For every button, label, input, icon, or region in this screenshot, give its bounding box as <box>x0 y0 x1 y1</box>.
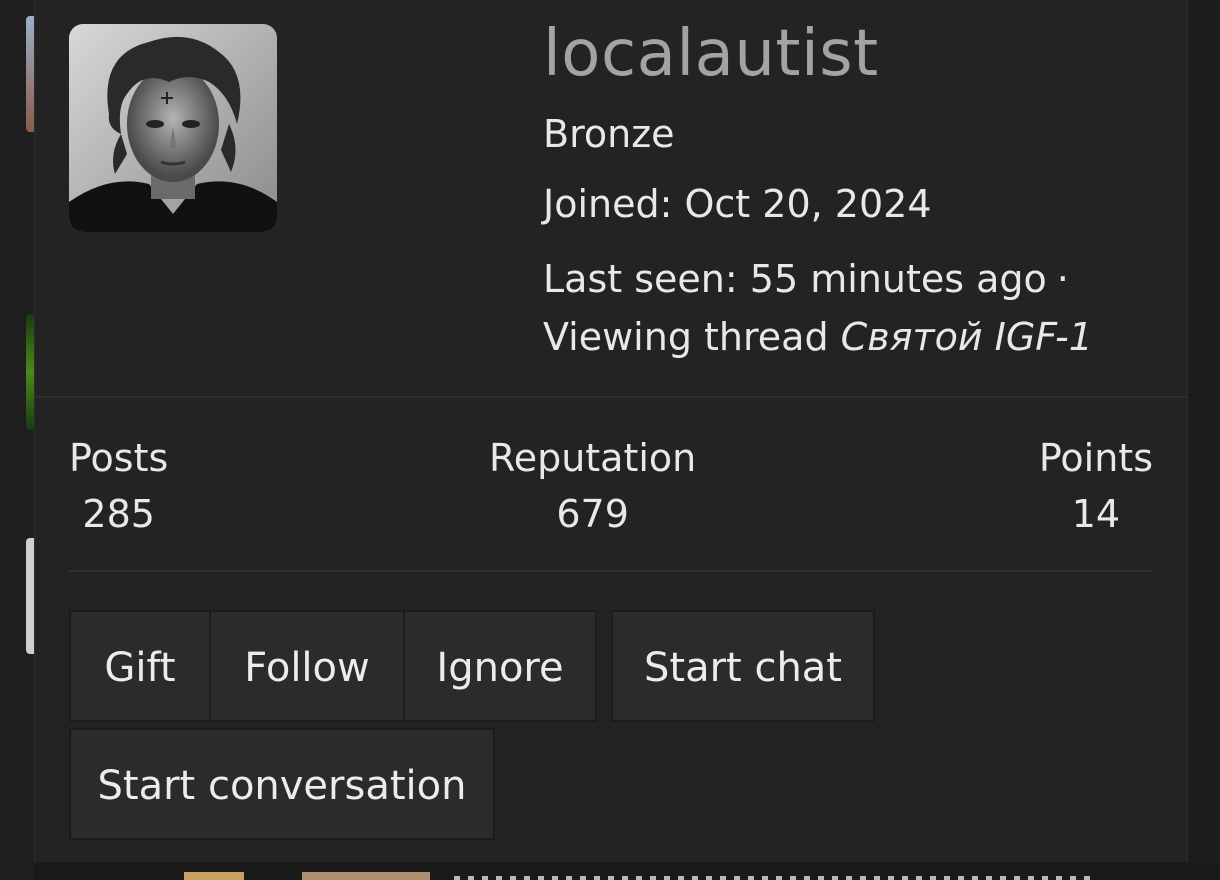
member-tooltip-card: localautist Bronze Joined: Oct 20, 2024 … <box>34 0 1188 862</box>
joined-date: Joined: Oct 20, 2024 <box>543 180 932 228</box>
username[interactable]: localautist <box>543 14 879 94</box>
background-thumbnail <box>26 538 34 654</box>
avatar-image <box>69 24 277 232</box>
joined-label: Joined: <box>543 182 673 226</box>
joined-value: Oct 20, 2024 <box>684 182 932 226</box>
stat-posts-label: Posts <box>69 436 169 480</box>
ignore-button[interactable]: Ignore <box>403 610 597 722</box>
follow-button[interactable]: Follow <box>209 610 405 722</box>
gift-button[interactable]: Gift <box>69 610 211 722</box>
stat-points-value: 14 <box>1071 492 1121 536</box>
background-left-strip <box>0 0 34 880</box>
profile-header: localautist Bronze Joined: Oct 20, 2024 … <box>35 0 1187 398</box>
background-thumbnail <box>302 872 430 880</box>
start-chat-button[interactable]: Start chat <box>611 610 875 722</box>
background-right-strip <box>1188 0 1220 880</box>
stat-reputation: Reputation 679 <box>489 430 696 542</box>
stat-points-label: Points <box>1038 436 1153 480</box>
stats-row: Posts 285 Reputation 679 Points 14 <box>69 430 1153 572</box>
stat-reputation-label: Reputation <box>489 436 697 480</box>
last-seen-label: Last seen: <box>543 257 738 301</box>
last-seen: Last seen: 55 minutes ago · Viewing threa… <box>543 250 1163 366</box>
separator: · <box>1056 257 1069 301</box>
stat-points[interactable]: Points 14 <box>1039 430 1153 542</box>
user-rank: Bronze <box>543 112 675 156</box>
stat-reputation-value: 679 <box>556 492 629 536</box>
stat-posts[interactable]: Posts 285 <box>69 430 168 542</box>
avatar[interactable] <box>69 24 277 232</box>
background-thumbnail <box>184 872 244 880</box>
background-thumbnail <box>26 314 34 430</box>
stat-posts-value: 285 <box>82 492 155 536</box>
activity-prefix: Viewing thread <box>543 315 829 359</box>
activity-thread-link[interactable]: Святой IGF-1 <box>841 315 1093 359</box>
last-seen-value: 55 minutes ago <box>749 257 1047 301</box>
background-bottom-strip <box>34 862 1220 880</box>
background-thumbnail <box>454 876 1094 880</box>
start-conversation-button[interactable]: Start conversation <box>69 728 495 840</box>
background-thumbnail <box>26 16 34 132</box>
